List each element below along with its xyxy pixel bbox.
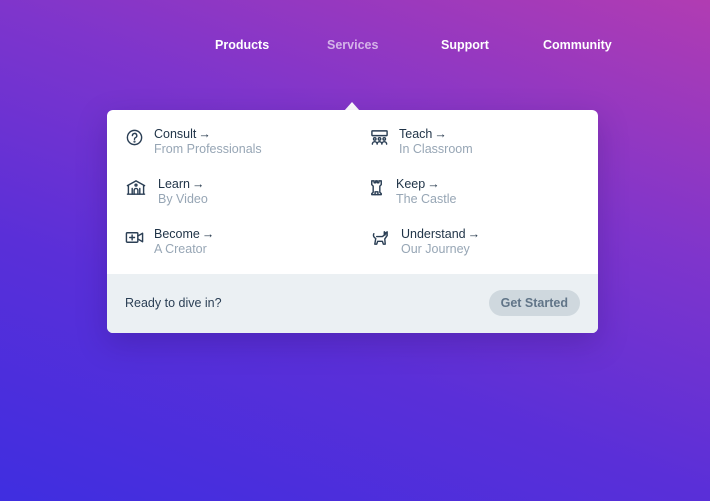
arrow-right-icon: → [201, 227, 215, 241]
menu-item-title: Learn [158, 177, 190, 191]
arrow-right-icon: → [198, 127, 211, 141]
nav-item-products[interactable]: Products [215, 38, 269, 52]
menu-item-title: Teach [399, 127, 433, 141]
menu-item-understand[interactable]: Understand → Our Journey [369, 227, 480, 257]
castle-tower-icon [366, 177, 386, 197]
menu-item-subtitle: The Castle [396, 192, 457, 206]
menu-item-title: Understand [401, 227, 466, 241]
menu-item-title: Consult [154, 127, 197, 141]
top-nav: Products Services Support Community [0, 38, 710, 56]
menu-item-become[interactable]: Become → A Creator [124, 227, 214, 257]
menu-item-subtitle: A Creator [154, 242, 207, 256]
menu-item-teach[interactable]: Teach → In Classroom [369, 127, 473, 157]
get-started-button[interactable]: Get Started [488, 290, 580, 316]
museum-icon [124, 177, 148, 197]
arrow-right-icon: → [467, 227, 481, 241]
nav-item-services[interactable]: Services [327, 38, 378, 52]
classroom-icon [369, 127, 389, 147]
menu-item-subtitle: Our Journey [401, 242, 470, 256]
menu-item-consult[interactable]: Consult → From Professionals [124, 127, 262, 157]
question-circle-icon [124, 127, 144, 147]
menu-item-subtitle: From Professionals [154, 142, 262, 156]
menu-item-title: Keep [396, 177, 426, 191]
menu-item-subtitle: In Classroom [399, 142, 473, 156]
menu-item-keep[interactable]: Keep → The Castle [366, 177, 456, 207]
cat-icon [369, 227, 391, 247]
menu-item-learn[interactable]: Learn → By Video [124, 177, 208, 207]
nav-item-support[interactable]: Support [441, 38, 489, 52]
menu-item-title: Become [154, 227, 200, 241]
menu-item-subtitle: By Video [158, 192, 208, 206]
footer-prompt: Ready to dive in? [125, 296, 222, 310]
arrow-right-icon: → [427, 177, 440, 191]
arrow-right-icon: → [434, 127, 447, 141]
dropdown-footer: Ready to dive in? Get Started [107, 274, 598, 333]
video-plus-icon [124, 227, 144, 247]
arrow-right-icon: → [191, 177, 205, 191]
services-dropdown: Consult → From Professionals Teach → In Cl… [107, 110, 598, 333]
nav-item-community[interactable]: Community [543, 38, 612, 52]
